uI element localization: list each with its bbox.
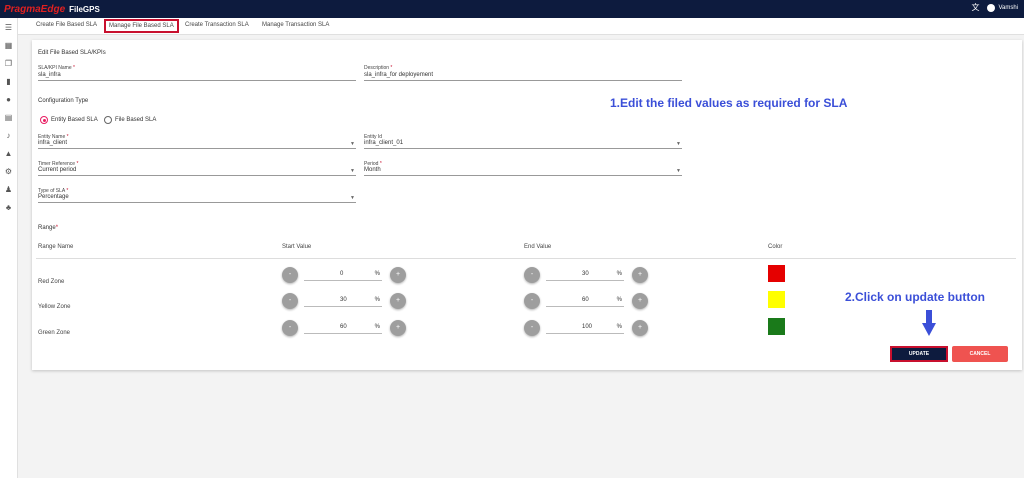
- update-button[interactable]: UPDATE: [890, 346, 948, 362]
- user-name: Vamshi: [998, 4, 1018, 11]
- green-end-increment-button[interactable]: +: [632, 320, 648, 336]
- yellow-start-input[interactable]: 30%: [304, 295, 382, 307]
- alert-icon[interactable]: ▲: [4, 150, 13, 158]
- start-value-header: Start Value: [282, 244, 312, 250]
- red-end-increment-button[interactable]: +: [632, 267, 648, 283]
- yellow-end-input[interactable]: 60%: [546, 295, 624, 307]
- form-title: Edit File Based SLA/KPIs: [38, 50, 106, 56]
- range-title: Range*: [38, 225, 59, 231]
- green-color-swatch[interactable]: [768, 318, 785, 335]
- green-start-increment-button[interactable]: +: [390, 320, 406, 336]
- green-start-input[interactable]: 60%: [304, 322, 382, 334]
- settings-icon[interactable]: ⚙: [4, 168, 13, 176]
- user-menu[interactable]: Vamshi: [987, 3, 1018, 12]
- annotation-step2: 2.Click on update button: [845, 290, 985, 304]
- dropdown-caret-icon: ▼: [350, 141, 355, 147]
- sla-name-input[interactable]: sla_infra: [38, 72, 356, 81]
- timer-reference-select[interactable]: Current period ▼: [38, 167, 356, 176]
- group-icon[interactable]: ♣: [4, 204, 13, 212]
- dropdown-caret-icon: ▼: [350, 195, 355, 201]
- red-start-increment-button[interactable]: +: [390, 267, 406, 283]
- tab-bar: Create File Based SLA Manage File Based …: [18, 18, 1024, 35]
- entity-name-select[interactable]: infra_client ▼: [38, 140, 356, 149]
- green-zone-name: Green Zone: [38, 330, 71, 336]
- brand-logo: PragmaEdge FileGPS: [4, 3, 100, 15]
- red-end-decrement-button[interactable]: -: [524, 267, 540, 283]
- yellow-end-increment-button[interactable]: +: [632, 293, 648, 309]
- yellow-zone-name: Yellow Zone: [38, 304, 71, 310]
- tab-manage-transaction-sla[interactable]: Manage Transaction SLA: [262, 22, 329, 28]
- top-right: 文 Vamshi: [971, 2, 1018, 13]
- account-icon[interactable]: ●: [4, 96, 13, 104]
- entity-id-select[interactable]: infra_client_01 ▼: [364, 140, 682, 149]
- radio-checked-icon: [40, 116, 48, 124]
- menu-icon[interactable]: ☰: [4, 24, 13, 32]
- yellow-end-decrement-button[interactable]: -: [524, 293, 540, 309]
- green-start-decrement-button[interactable]: -: [282, 320, 298, 336]
- radio-unchecked-icon: [104, 116, 112, 124]
- admin-icon[interactable]: ♟: [4, 186, 13, 194]
- radio-entity-based[interactable]: Entity Based SLA: [40, 116, 98, 124]
- red-start-input[interactable]: 0%: [304, 269, 382, 281]
- bell-icon[interactable]: ♪: [4, 132, 13, 140]
- sidebar: ☰ ▦ ❐ ▮ ● ▤ ♪ ▲ ⚙ ♟ ♣: [0, 18, 18, 478]
- sla-name-label: SLA/KPI Name *: [38, 65, 75, 71]
- files-icon[interactable]: ❐: [4, 60, 13, 68]
- tab-manage-file-sla[interactable]: Manage File Based SLA: [104, 19, 179, 33]
- tab-create-file-sla[interactable]: Create File Based SLA: [36, 22, 97, 28]
- annotation-step1: 1.Edit the filed values as required for …: [610, 96, 848, 110]
- green-end-input[interactable]: 100%: [546, 322, 624, 334]
- red-zone-name: Red Zone: [38, 279, 65, 285]
- yellow-start-decrement-button[interactable]: -: [282, 293, 298, 309]
- yellow-color-swatch[interactable]: [768, 291, 785, 308]
- dashboard-icon[interactable]: ▦: [4, 42, 13, 50]
- cancel-button[interactable]: CANCEL: [952, 346, 1008, 362]
- dropdown-caret-icon: ▼: [676, 141, 681, 147]
- radio-file-based[interactable]: File Based SLA: [104, 116, 156, 124]
- red-start-decrement-button[interactable]: -: [282, 267, 298, 283]
- yellow-start-increment-button[interactable]: +: [390, 293, 406, 309]
- account-circle-icon: [987, 3, 996, 12]
- tab-create-transaction-sla[interactable]: Create Transaction SLA: [185, 22, 249, 28]
- range-divider: [36, 258, 1016, 259]
- down-arrow-icon: [922, 310, 936, 336]
- period-select[interactable]: Month ▼: [364, 167, 682, 176]
- sla-type-select[interactable]: Percentage ▼: [38, 194, 356, 203]
- range-name-header: Range Name: [38, 244, 74, 250]
- red-end-input[interactable]: 30%: [546, 269, 624, 281]
- green-end-decrement-button[interactable]: -: [524, 320, 540, 336]
- end-value-header: End Value: [524, 244, 552, 250]
- document-icon[interactable]: ▤: [4, 114, 13, 122]
- sla-form-card: Edit File Based SLA/KPIs SLA/KPI Name * …: [32, 40, 1022, 370]
- dropdown-caret-icon: ▼: [350, 168, 355, 174]
- red-color-swatch[interactable]: [768, 265, 785, 282]
- translate-icon[interactable]: 文: [971, 2, 979, 13]
- description-label: Description *: [364, 65, 393, 71]
- top-bar: PragmaEdge FileGPS 文 Vamshi: [0, 0, 1024, 18]
- dropdown-caret-icon: ▼: [676, 168, 681, 174]
- bar-chart-icon[interactable]: ▮: [4, 78, 13, 86]
- description-input[interactable]: sla_infra_for deployement: [364, 72, 682, 81]
- color-header: Color: [768, 244, 783, 250]
- config-type-label: Configuration Type: [38, 98, 89, 104]
